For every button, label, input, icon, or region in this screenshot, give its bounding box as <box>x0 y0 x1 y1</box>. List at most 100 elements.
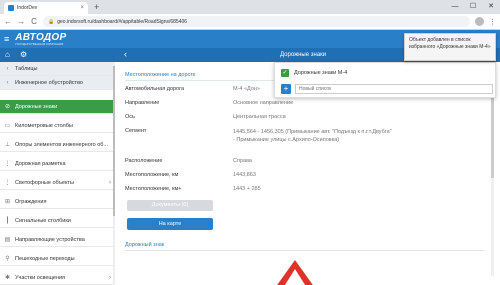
favorite-list-label: Дорожные знаки М-4 <box>294 70 348 76</box>
field-value: Справа <box>233 158 252 164</box>
browser-menu-icon[interactable]: ⋮ <box>489 18 496 26</box>
field-value: М-4 «Дон» <box>233 86 261 92</box>
pole-icon: ⊥ <box>4 142 11 148</box>
sidebar-item-label: Светофорные объекты <box>15 179 74 186</box>
sidebar-item-lighting[interactable]: ✱ Участки освещения › <box>0 271 115 285</box>
warning-sign-icon <box>277 260 313 285</box>
avtodor-logo: АВТОДОР ГОСУДАРСТВЕННАЯ КОМПАНИЯ <box>15 31 67 46</box>
field-label: Направление <box>125 100 160 106</box>
gear-icon[interactable]: ⚙ <box>20 50 27 59</box>
sidebar-item-label: Участки освещения <box>15 274 66 281</box>
sidebar: ‹ Таблицы ‹ Инженерное обустройство ⊘ До… <box>0 62 115 285</box>
page-title: Дорожные знаки <box>280 52 327 58</box>
pedestrian-icon: ⚲ <box>5 256 10 262</box>
signal-post-icon: ┃ <box>5 218 10 224</box>
sidebar-item-label: Опоры элементов инженерного об... <box>15 141 109 148</box>
road-sign-icon: ⊘ <box>4 104 11 110</box>
logo-text: АВТОДОР <box>15 31 67 43</box>
favorites-popup: ✓ Дорожные знаки М-4 + <box>274 62 496 98</box>
checkbox-checked-icon[interactable]: ✓ <box>281 69 289 77</box>
sidebar-item-label: Километровые столбы <box>15 122 73 129</box>
documents-button[interactable]: Документы (0) <box>127 200 213 211</box>
field-label: Местоположение, км+ <box>125 186 182 192</box>
sidebar-item-signal-posts[interactable]: ┃ Сигнальные столбики <box>0 214 115 228</box>
field-value: Центральная трасса <box>233 114 286 120</box>
lighting-icon: ✱ <box>4 275 11 281</box>
address-bar-row: ← → C 🔒 geo.indorsoft.ru/dashboard/#/app… <box>0 14 500 30</box>
lock-icon: 🔒 <box>48 18 55 25</box>
fence-icon: ⊞ <box>4 199 11 205</box>
sidebar-item-tables[interactable]: ‹ Таблицы <box>0 62 115 76</box>
browser-tab-bar: IndorDev × + — ☐ ✕ <box>0 0 500 14</box>
sidebar-item-label: Таблицы <box>15 65 38 72</box>
sidebar-item-label: Направляющие устройства <box>15 236 85 243</box>
field-label: Местоположение, км <box>125 172 179 178</box>
sidebar-item-engineering[interactable]: ‹ Инженерное обустройство <box>0 76 115 90</box>
profile-avatar[interactable] <box>475 17 484 26</box>
field-label: Ось <box>125 114 135 120</box>
sidebar-item-poles[interactable]: ⊥ Опоры элементов инженерного об... <box>0 138 115 152</box>
url-field[interactable]: 🔒 geo.indorsoft.ru/dashboard/#/app/table… <box>43 16 470 27</box>
sidebar-item-label: Инженерное обустройство <box>15 79 83 86</box>
add-list-button[interactable]: + <box>281 84 291 94</box>
notification-toast: Объект добавлен в список избранного «Дор… <box>404 33 496 61</box>
close-tab-icon[interactable]: × <box>80 5 84 11</box>
sidebar-item-label: Ограждения <box>15 198 47 205</box>
field-value: 1445,564 - 1456,305 (Примыкание авт. "По… <box>233 129 392 143</box>
field-row: Ось Центральная трасса <box>125 114 485 124</box>
field-label: Сегмент <box>125 128 147 134</box>
home-icon[interactable]: ⌂ <box>5 50 10 59</box>
field-row: Местоположение, км 1443,863 <box>125 172 485 182</box>
sidebar-item-label: Сигнальные столбики <box>15 217 71 224</box>
field-value: Основное направление <box>233 100 294 106</box>
maximize-button[interactable]: ☐ <box>464 0 482 14</box>
sidebar-item-road-marking[interactable]: ⋮ Дорожная разметка <box>0 157 115 171</box>
guide-icon: ▤ <box>4 237 11 243</box>
section-road-sign-heading: Дорожный знак <box>125 242 165 248</box>
sidebar-item-km-posts[interactable]: ▭ Километровые столбы <box>0 119 115 133</box>
window-close-button[interactable]: ✕ <box>482 0 500 14</box>
browser-tab[interactable]: IndorDev × <box>4 2 88 14</box>
minimize-button[interactable]: — <box>446 0 464 14</box>
chevron-left-icon: ‹ <box>6 65 9 72</box>
sidebar-item-label: Дорожная разметка <box>15 160 66 167</box>
km-post-icon: ▭ <box>4 123 11 129</box>
url-text: geo.indorsoft.ru/dashboard/#/app/table/R… <box>57 18 188 25</box>
favorite-list-item[interactable]: ✓ Дорожные знаки М-4 <box>281 69 347 77</box>
field-value: 1443 + 285 <box>233 186 261 192</box>
sidebar-item-crossings[interactable]: ⚲ Пешеходные переходы <box>0 252 115 266</box>
marking-icon: ⋮ <box>4 161 11 167</box>
field-label: Автомобильная дорога <box>125 86 185 92</box>
section-divider <box>125 250 485 251</box>
back-chevron-icon[interactable]: ‹ <box>124 49 127 59</box>
sidebar-item-road-signs[interactable]: ⊘ Дорожные знаки <box>0 100 115 114</box>
field-value: 1443,863 <box>233 172 256 178</box>
on-map-button[interactable]: На карте <box>127 218 213 230</box>
section-location-heading: Местоположение на дороге <box>125 72 196 78</box>
chevron-right-icon: › <box>109 274 111 281</box>
forward-icon[interactable]: → <box>17 17 25 26</box>
favicon-icon <box>8 5 14 11</box>
sidebar-item-label: Дорожные знаки <box>15 103 58 110</box>
chevron-right-icon: › <box>109 179 111 186</box>
sidebar-item-traffic-lights[interactable]: ⋮ Светофорные объекты › <box>0 176 115 190</box>
sidebar-item-fences[interactable]: ⊞ Ограждения <box>0 195 115 209</box>
sidebar-item-guide-devices[interactable]: ▤ Направляющие устройства <box>0 233 115 247</box>
hamburger-menu-icon[interactable]: ≡ <box>4 34 9 44</box>
new-list-row: + <box>281 84 493 94</box>
traffic-light-icon: ⋮ <box>4 180 11 186</box>
field-row: Сегмент 1445,564 - 1456,305 (Примыкание … <box>125 128 485 154</box>
sidebar-item-label: Пешеходные переходы <box>15 255 75 262</box>
field-row: Направление Основное направление <box>125 100 485 110</box>
logo-subtext: ГОСУДАРСТВЕННАЯ КОМПАНИЯ <box>15 41 64 46</box>
new-tab-button[interactable]: + <box>94 2 99 12</box>
new-list-input[interactable] <box>295 84 493 94</box>
chevron-left-icon: ‹ <box>6 79 9 86</box>
window-controls: — ☐ ✕ <box>446 0 500 14</box>
field-label: Расположение <box>125 158 163 164</box>
field-row: Расположение Справа <box>125 158 485 168</box>
back-icon[interactable]: ← <box>4 17 12 26</box>
reload-icon[interactable]: C <box>30 17 38 26</box>
tab-title: IndorDev <box>17 5 38 11</box>
field-row: Местоположение, км+ 1443 + 285 <box>125 186 485 196</box>
